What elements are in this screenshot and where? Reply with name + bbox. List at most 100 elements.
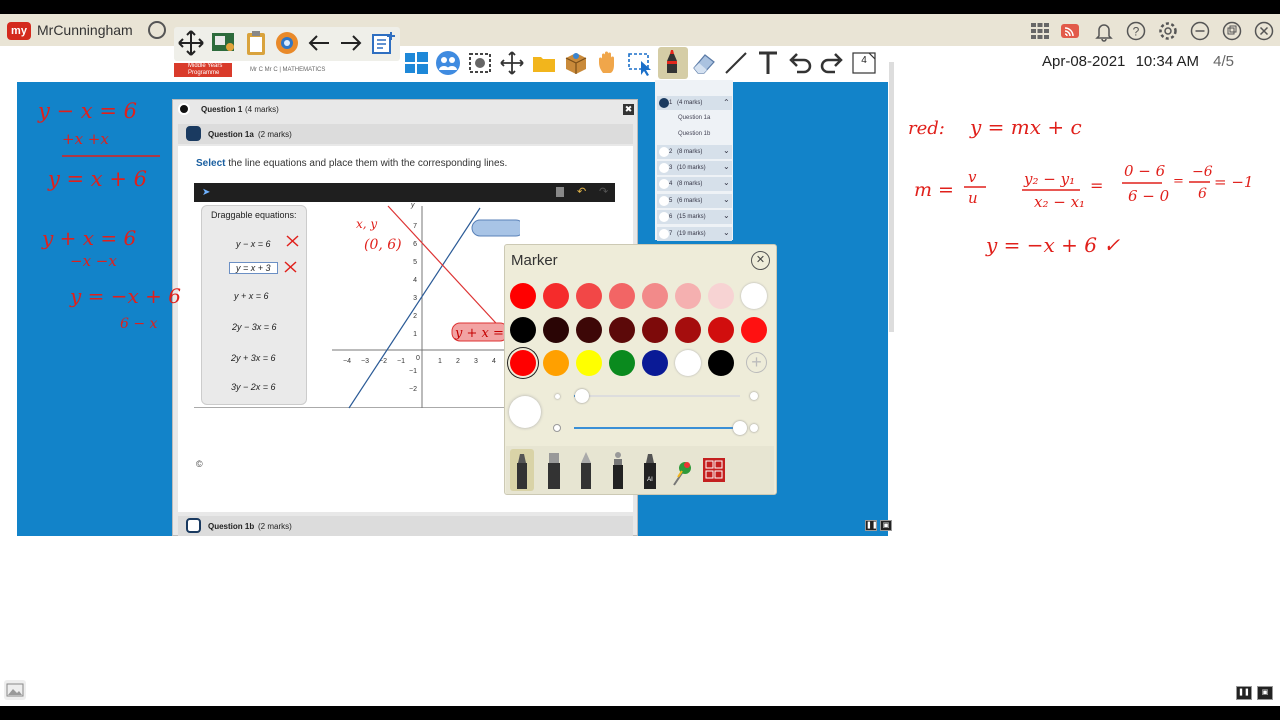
color-swatch[interactable] bbox=[510, 317, 536, 343]
color-swatch-selected[interactable] bbox=[510, 350, 536, 376]
graph-undo-icon[interactable]: ↶ bbox=[577, 185, 586, 198]
color-swatch[interactable] bbox=[741, 317, 767, 343]
pointer-tool-icon[interactable]: ➤ bbox=[202, 187, 210, 198]
color-swatch[interactable] bbox=[675, 350, 701, 376]
eraser-icon[interactable] bbox=[690, 49, 718, 77]
folder-icon[interactable] bbox=[530, 49, 558, 77]
opacity-slider-knob[interactable] bbox=[733, 421, 747, 435]
add-color-button[interactable]: + bbox=[746, 352, 767, 373]
user-account-icon[interactable] bbox=[148, 21, 166, 39]
question-close-button[interactable]: ✖ bbox=[623, 104, 634, 115]
picture-icon[interactable]: ▣ bbox=[880, 520, 892, 531]
magic-pen-icon[interactable] bbox=[606, 449, 630, 491]
pencil-pen-icon[interactable] bbox=[574, 449, 598, 491]
redo-icon[interactable] bbox=[818, 49, 846, 77]
image-gallery-icon[interactable] bbox=[4, 680, 26, 700]
windows-start-icon[interactable] bbox=[402, 49, 430, 77]
color-swatch[interactable] bbox=[708, 350, 734, 376]
color-swatch[interactable] bbox=[741, 283, 767, 309]
nav-sub-question-1b[interactable]: Question 1b bbox=[678, 131, 710, 137]
marker-pen-icon[interactable] bbox=[510, 449, 534, 491]
color-swatch[interactable] bbox=[576, 283, 602, 309]
equation-item-selected[interactable]: y = x + 3 bbox=[229, 262, 278, 274]
presentation-icon[interactable] bbox=[209, 29, 237, 57]
equation-item[interactable]: 2y − 3x = 6 bbox=[232, 322, 277, 332]
equation-item[interactable]: 2y + 3x = 6 bbox=[231, 353, 276, 363]
color-swatch[interactable] bbox=[708, 283, 734, 309]
move-tool-icon[interactable] bbox=[177, 29, 205, 57]
nav-question-2[interactable]: 2 (8 marks) ⌄ bbox=[657, 145, 732, 159]
question-1a-header[interactable]: Question 1a (2 marks) bbox=[178, 124, 633, 144]
nav-question-4[interactable]: 4 (8 marks) ⌄ bbox=[657, 177, 732, 191]
screen-capture-icon[interactable] bbox=[466, 49, 494, 77]
color-swatch[interactable] bbox=[642, 283, 668, 309]
graph-redo-icon[interactable]: ↷ bbox=[599, 185, 608, 198]
nav-sub-question-1a[interactable]: Question 1a bbox=[678, 115, 710, 121]
highlighter-pen-icon[interactable] bbox=[542, 449, 566, 491]
question-title: Question 1 bbox=[201, 105, 243, 114]
equation-item[interactable]: y − x = 6 bbox=[236, 239, 271, 249]
close-window-icon[interactable] bbox=[1253, 20, 1275, 42]
marker-close-button[interactable]: ✕ bbox=[751, 251, 770, 270]
forward-arrow-icon[interactable] bbox=[337, 29, 365, 57]
help-icon[interactable]: ? bbox=[1125, 20, 1147, 42]
line-tool-icon[interactable] bbox=[722, 49, 750, 77]
fullscreen-image-icon[interactable]: ▣ bbox=[1257, 686, 1273, 700]
select-region-icon[interactable] bbox=[626, 49, 654, 77]
color-swatch[interactable] bbox=[708, 317, 734, 343]
date-time-display: Apr-08-2021 10:34 AM 4/5 bbox=[1042, 53, 1234, 70]
color-swatch[interactable] bbox=[642, 350, 668, 376]
creative-brush-icon[interactable] bbox=[670, 449, 694, 491]
thickness-slider-track[interactable] bbox=[574, 395, 740, 397]
color-swatch[interactable] bbox=[609, 350, 635, 376]
browser-icon[interactable] bbox=[273, 29, 301, 57]
ib-programme-logo: Middle Years Programme bbox=[174, 63, 232, 77]
restore-icon[interactable] bbox=[1221, 20, 1243, 42]
pan-move-icon[interactable] bbox=[498, 49, 526, 77]
pause-icon[interactable]: ❚❚ bbox=[865, 520, 878, 531]
color-swatch[interactable] bbox=[510, 283, 536, 309]
settings-gear-icon[interactable] bbox=[1157, 20, 1179, 42]
equation-item[interactable]: y + x = 6 bbox=[234, 291, 269, 301]
answer-drop-slot[interactable] bbox=[471, 219, 520, 237]
nav-question-7[interactable]: 7 (19 marks) ⌄ bbox=[657, 227, 732, 241]
color-swatch[interactable] bbox=[609, 317, 635, 343]
back-arrow-icon[interactable] bbox=[305, 29, 333, 57]
page-counter-button[interactable]: 4 bbox=[850, 49, 878, 77]
color-swatch[interactable] bbox=[609, 283, 635, 309]
equation-item[interactable]: 3y − 2x = 6 bbox=[231, 382, 276, 392]
nav-question-6[interactable]: 6 (15 marks) ⌄ bbox=[657, 210, 732, 224]
nav-question-1[interactable]: 1 (4 marks) ⌃ bbox=[657, 96, 732, 110]
marker-tool-icon[interactable] bbox=[658, 47, 688, 79]
pattern-pen-icon[interactable] bbox=[702, 457, 726, 483]
nav-question-5[interactable]: 5 (6 marks) ⌄ bbox=[657, 194, 732, 208]
color-swatch[interactable] bbox=[576, 350, 602, 376]
color-swatch[interactable] bbox=[543, 350, 569, 376]
color-swatch[interactable] bbox=[543, 317, 569, 343]
cast-icon[interactable] bbox=[1060, 20, 1082, 42]
note-text: 6 − 0 bbox=[1128, 187, 1170, 205]
hand-tool-icon[interactable] bbox=[594, 49, 622, 77]
color-swatch[interactable] bbox=[543, 283, 569, 309]
opacity-max-icon bbox=[750, 424, 758, 432]
resource-box-icon[interactable] bbox=[562, 49, 590, 77]
ai-pen-icon[interactable]: AI bbox=[638, 449, 662, 491]
vertical-scrollbar[interactable] bbox=[889, 62, 894, 332]
apps-grid-icon[interactable] bbox=[1029, 20, 1051, 42]
notification-bell-icon[interactable] bbox=[1093, 20, 1115, 42]
color-swatch[interactable] bbox=[642, 317, 668, 343]
text-tool-icon[interactable] bbox=[754, 49, 782, 77]
color-swatch[interactable] bbox=[675, 317, 701, 343]
nav-question-3[interactable]: 3 (10 marks) ⌄ bbox=[657, 161, 732, 175]
trash-icon[interactable] bbox=[556, 187, 564, 197]
pause-playback-icon[interactable]: ❚❚ bbox=[1236, 686, 1252, 700]
minimize-icon[interactable] bbox=[1189, 20, 1211, 42]
chevron-up-icon[interactable]: ⌃ bbox=[723, 98, 730, 107]
question-1b-header[interactable]: Question 1b (2 marks) bbox=[178, 516, 633, 536]
color-swatch[interactable] bbox=[675, 283, 701, 309]
add-page-icon[interactable] bbox=[369, 29, 397, 57]
users-group-icon[interactable] bbox=[434, 49, 462, 77]
color-swatch[interactable] bbox=[576, 317, 602, 343]
undo-icon[interactable] bbox=[786, 49, 814, 77]
clipboard-icon[interactable] bbox=[242, 29, 270, 57]
